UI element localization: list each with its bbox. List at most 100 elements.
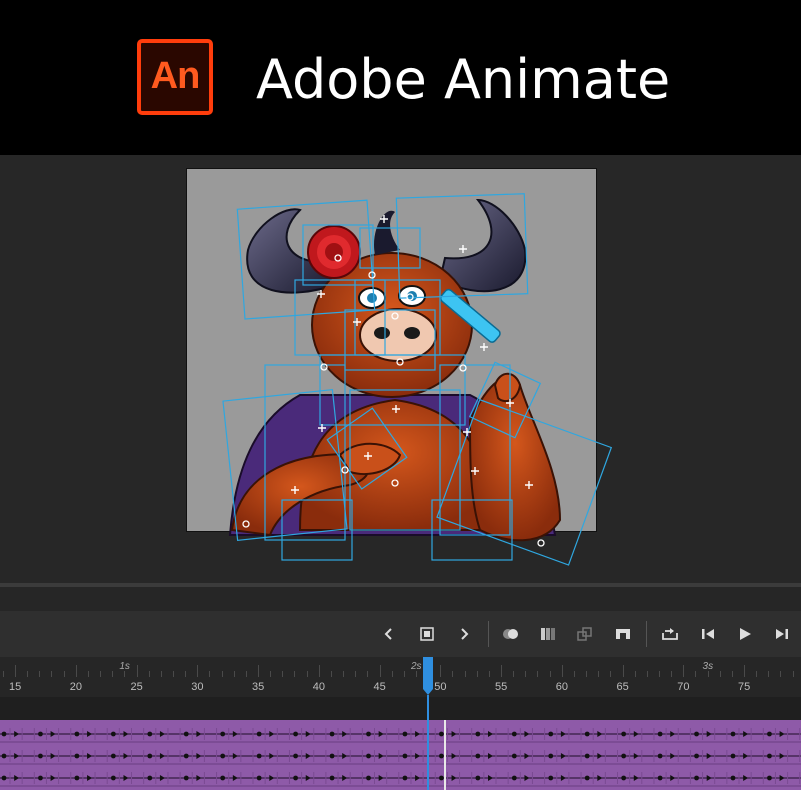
tween-arrow: [87, 775, 93, 781]
tween-arrow: [196, 731, 202, 737]
playhead-handle[interactable]: [423, 657, 433, 695]
tween-arrow: [779, 731, 785, 737]
keyframe-dot: [621, 731, 627, 737]
tween-arrow: [451, 753, 457, 759]
ruler-tick: [294, 671, 296, 677]
step-forward-icon[interactable]: [768, 611, 796, 657]
ruler-tick: [476, 671, 478, 677]
ruler-tick: [634, 671, 636, 677]
ruler-tick: [573, 671, 575, 677]
timeline-header-bar: [0, 587, 801, 611]
keyframe-dot: [767, 731, 772, 737]
keyframe-dot: [220, 731, 226, 737]
keyframe-dot: [366, 731, 371, 737]
tween-arrow: [779, 775, 785, 781]
ruler-tick: [39, 671, 41, 677]
ruler-tick: [391, 671, 393, 677]
keyframe-dot: [147, 753, 153, 759]
keyframe-dot: [220, 775, 226, 781]
step-back-icon[interactable]: [694, 611, 722, 657]
ruler-tick: [671, 671, 673, 677]
tween-arrow: [269, 731, 275, 737]
keyframe-dot: [657, 753, 663, 759]
tween-arrow: [524, 731, 530, 737]
ruler-tick: [209, 671, 211, 677]
ruler-tick: [160, 671, 162, 677]
keyframe-dot: [511, 731, 517, 737]
tween-arrow: [159, 731, 165, 737]
prev-frame-icon[interactable]: [375, 611, 403, 657]
layer-track-gap: [0, 697, 801, 720]
tween-arrow: [560, 775, 566, 781]
tween-arrow: [232, 753, 238, 759]
ruler-tick: [683, 665, 685, 677]
ruler-tick: [731, 671, 733, 677]
tween-arrow: [524, 775, 530, 781]
tween-arrow: [378, 753, 384, 759]
tween-arrow: [305, 731, 311, 737]
ruler-tick: [403, 671, 405, 677]
keyframe-dot: [110, 753, 116, 759]
ruler-tick: [367, 671, 369, 677]
tween-arrow: [415, 775, 421, 781]
tween-arrow: [779, 753, 785, 759]
tween-arrow: [451, 775, 457, 781]
keyframe-dot: [256, 753, 262, 759]
ruler-tick: [719, 671, 721, 677]
keyframe-dot: [548, 753, 554, 759]
ruler-tick: [695, 671, 697, 677]
ruler-tick: [282, 671, 284, 677]
keyframe-dot: [767, 775, 772, 781]
tween-arrow: [14, 753, 20, 759]
keyframe-dot: [329, 731, 335, 737]
loop-icon[interactable]: [656, 611, 684, 657]
onion-skin-icon[interactable]: [497, 611, 525, 657]
tween-arrow: [597, 775, 603, 781]
next-frame-icon[interactable]: [450, 611, 478, 657]
right-arm-shape: [468, 377, 562, 542]
rose-flower: [307, 225, 361, 279]
ruler-tick: [197, 665, 199, 677]
keyframe-dot: [183, 753, 189, 759]
tween-arrow: [488, 731, 493, 737]
keyframe-dot: [511, 753, 517, 759]
frame-ruler[interactable]: 15 20 25 30 35 40 45 50 55 60 65 70 75 1s 2s 3s: [0, 657, 801, 697]
edit-multiple-frames-icon[interactable]: [534, 611, 562, 657]
insert-frame-icon[interactable]: [609, 611, 637, 657]
tween-arrow: [524, 753, 530, 759]
keyframe-dot: [366, 775, 371, 781]
tween-arrow: [415, 753, 421, 759]
keyframe-dot: [220, 753, 226, 759]
toolbar-separator: [646, 621, 647, 647]
ruler-tick: [355, 671, 357, 677]
ruler-tick: [136, 665, 138, 677]
seconds-label: 2s: [410, 661, 422, 672]
tween-arrow: [633, 731, 639, 737]
tween-arrow: [123, 731, 129, 737]
tween-arrow: [488, 753, 493, 759]
tween-arrow: [342, 731, 348, 737]
ruler-tick: [513, 671, 515, 677]
keyframe-dot: [256, 731, 262, 737]
tween-arrow: [342, 753, 348, 759]
keyframe-dot: [38, 753, 43, 759]
sync-symbols-icon[interactable]: [571, 611, 599, 657]
toolbar-separator: [488, 621, 489, 647]
insert-keyframe-icon[interactable]: [413, 611, 441, 657]
play-icon[interactable]: [731, 611, 759, 657]
ruler-tick: [622, 665, 624, 677]
ruler-tick: [744, 665, 745, 677]
bull-character-artwork[interactable]: [0, 155, 801, 585]
playhead-line[interactable]: [427, 695, 429, 790]
ruler-tick: [792, 671, 794, 677]
ruler-tick: [561, 665, 563, 677]
ruler-tick: [318, 665, 320, 677]
tween-arrow: [633, 775, 639, 781]
keyframe-dot: [402, 753, 408, 759]
tween-arrow: [87, 753, 93, 759]
layer-tracks[interactable]: [0, 720, 801, 790]
animate-logo: An: [137, 39, 213, 115]
tween-arrow: [560, 753, 566, 759]
ruler-tick: [452, 671, 454, 677]
ruler-tick: [343, 671, 345, 677]
